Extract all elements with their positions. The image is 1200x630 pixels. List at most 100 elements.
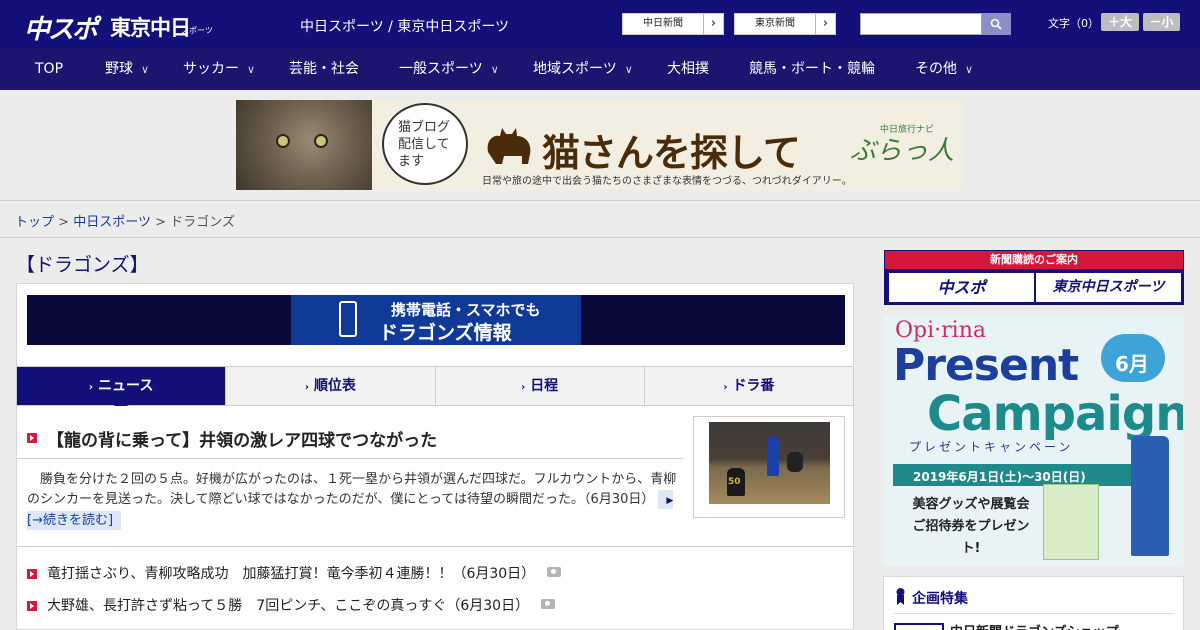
nav-racing[interactable]: 競馬・ボート・競輪 bbox=[749, 48, 875, 90]
tab-label: 順位表 bbox=[313, 378, 356, 394]
bullet-icon bbox=[27, 601, 37, 611]
tokyo-chunichi-logo[interactable]: 東京中日 bbox=[110, 12, 191, 42]
mobile-banner-line2: ドラゴンズ情報 bbox=[379, 322, 512, 344]
search-button[interactable] bbox=[982, 13, 1011, 35]
site-title: 中日スポーツ / 東京中日スポーツ bbox=[300, 19, 510, 35]
list-item-title: 竜打揺さぶり、青柳攻略成功 加藤猛打賞！竜今季初４連勝！！（6月30日） bbox=[47, 566, 536, 582]
promo-date: 2019年6月1日(土)〜30日(日) bbox=[913, 470, 1086, 484]
tab-standings[interactable]: › 順位表 bbox=[225, 367, 434, 405]
breadcrumb-chunichi-sports[interactable]: 中日スポーツ bbox=[73, 215, 151, 230]
breadcrumb-current: ドラゴンズ bbox=[170, 215, 235, 230]
lead-article-title[interactable]: 【龍の背に乗って】井領の激レア四球でつながった bbox=[47, 426, 437, 451]
nav-entertainment[interactable]: 芸能・社会 bbox=[289, 48, 359, 90]
cat-photo bbox=[236, 100, 372, 190]
banner-brand: ぶらっ人 bbox=[850, 136, 955, 166]
chevron-down-icon: ∨ bbox=[490, 63, 499, 76]
subscribe-tokyo-chunichi-button[interactable]: 東京中日スポーツ bbox=[1036, 273, 1181, 302]
feature-item-link[interactable]: 中日新聞ドラゴンズショップ bbox=[950, 621, 1119, 630]
mobile-banner-card: 携帯電話・スマホでも ドラゴンズ情報 bbox=[16, 283, 854, 368]
chunichi-shimbun-button[interactable]: 中日新聞 › bbox=[622, 13, 724, 35]
search-icon bbox=[990, 18, 1002, 30]
news-panel: 【龍の背に乗って】井領の激レア四球でつながった 勝負を分けた２回の５点。好機が広… bbox=[16, 406, 855, 630]
subscribe-chuspo-button[interactable]: 中スポ bbox=[889, 273, 1034, 302]
product-bottle-image bbox=[1131, 436, 1169, 556]
nav-label: 大相撲 bbox=[667, 61, 709, 77]
top-header: 中スポ 東京中日 スポーツ 中日スポーツ / 東京中日スポーツ 中日新聞 › 東… bbox=[0, 0, 1200, 48]
nav-label: 競馬・ボート・競輪 bbox=[749, 61, 875, 77]
promo-campaign-text: Campaign bbox=[927, 386, 1183, 442]
tab-label: ニュース bbox=[98, 378, 154, 394]
product-box-image bbox=[1043, 484, 1099, 560]
breadcrumb-separator: > bbox=[58, 215, 70, 230]
divider bbox=[17, 546, 855, 547]
present-campaign-ad[interactable]: Opi·rina 6月 Present Campaign プレゼントキャンペーン… bbox=[883, 316, 1183, 566]
mobile-banner-line1: 携帯電話・スマホでも bbox=[391, 301, 541, 319]
font-size-label: 文字（0） bbox=[1048, 17, 1099, 30]
nav-baseball[interactable]: 野球 ∨ bbox=[105, 48, 149, 90]
nav-regional-sports[interactable]: 地域スポーツ ∨ bbox=[533, 48, 633, 90]
list-item-title: 大野雄、長打許さず粘って５勝 7回ピンチ、ここぞの真っすぐ（6月30日） bbox=[47, 598, 530, 614]
cat-silhouette-icon bbox=[487, 128, 531, 164]
divider bbox=[17, 458, 683, 459]
smartphone-icon bbox=[339, 301, 357, 337]
nav-other[interactable]: その他 ∨ bbox=[915, 48, 973, 90]
promo-present-text: Present bbox=[893, 340, 1079, 391]
chevron-right-icon: › bbox=[815, 14, 835, 34]
nav-general-sports[interactable]: 一般スポーツ ∨ bbox=[399, 48, 499, 90]
tab-dora-ban[interactable]: › ドラ番 bbox=[643, 367, 853, 405]
bubble-text: 猫ブログ配信してます bbox=[398, 120, 451, 169]
lead-article-thumbnail[interactable]: 50 bbox=[693, 416, 845, 518]
nav-label: 芸能・社会 bbox=[289, 61, 359, 77]
ribbon-icon bbox=[896, 588, 905, 605]
lead-article-text: 勝負を分けた２回の５点。好機が広がったのは、１死一塁から井領が選んだ四球だ。フル… bbox=[27, 472, 677, 507]
chevron-right-icon: › bbox=[703, 14, 723, 34]
font-larger-button[interactable]: ＋大 bbox=[1101, 13, 1139, 31]
chevron-down-icon: ∨ bbox=[965, 63, 974, 76]
promo-month: 6月 bbox=[1115, 352, 1149, 376]
list-item[interactable]: 大野雄、長打許さず粘って５勝 7回ピンチ、ここぞの真っすぐ（6月30日） bbox=[27, 595, 556, 615]
chevron-down-icon: ∨ bbox=[247, 63, 256, 76]
subscription-heading: 新聞購読のご案内 bbox=[885, 251, 1183, 269]
banner-caption: 日常や旅の途中で出会う猫たちのさまざまな表情をつづる、つれづれダイアリー。 bbox=[482, 176, 852, 187]
subscription-box: 新聞購読のご案内 中スポ 東京中日スポーツ bbox=[884, 250, 1184, 305]
search-input[interactable] bbox=[860, 13, 982, 35]
lead-article-body: 勝負を分けた２回の５点。好機が広がったのは、１死一塁から井領が選んだ四球だ。フル… bbox=[27, 470, 687, 531]
main-nav: TOP 野球 ∨ サッカー ∨ 芸能・社会 一般スポーツ ∨ 地域スポーツ ∨ 大相撲 … bbox=[0, 48, 1200, 90]
tokyo-chunichi-logo-sub: スポーツ bbox=[181, 26, 213, 35]
breadcrumb-top[interactable]: トップ bbox=[15, 215, 54, 230]
mobile-info-banner[interactable]: 携帯電話・スマホでも ドラゴンズ情報 bbox=[27, 295, 845, 345]
feature-section: 企画特集 中日新聞ドラゴンズショップ bbox=[883, 576, 1184, 630]
tab-news[interactable]: › ニュース bbox=[17, 367, 226, 414]
list-item[interactable]: 竜打揺さぶり、青柳攻略成功 加藤猛打賞！竜今季初４連勝！！（6月30日） bbox=[27, 563, 562, 583]
chuspo-logo[interactable]: 中スポ bbox=[24, 9, 98, 46]
nav-label: サッカー bbox=[183, 61, 239, 77]
feature-title: 企画特集 bbox=[912, 591, 968, 607]
nav-label: その他 bbox=[915, 61, 957, 77]
breadcrumb: トップ > 中日スポーツ > ドラゴンズ bbox=[0, 200, 1200, 238]
font-smaller-button[interactable]: －小 bbox=[1143, 13, 1180, 31]
chevron-down-icon: ∨ bbox=[624, 63, 633, 76]
baseball-photo: 50 bbox=[709, 422, 830, 504]
nav-label: 野球 bbox=[105, 61, 133, 77]
content-tabs: › ニュース › 順位表 › 日程 › ドラ番 bbox=[16, 366, 854, 414]
cat-blog-ad-banner[interactable]: 猫ブログ配信してます 猫さんを探して 中日旅行ナビ ぶらっ人 日常や旅の途中で出… bbox=[236, 100, 964, 190]
tab-schedule[interactable]: › 日程 bbox=[434, 367, 644, 405]
page-title: 【ドラゴンズ】 bbox=[16, 254, 149, 276]
chevron-right-icon: › bbox=[521, 382, 526, 393]
nav-top[interactable]: TOP bbox=[35, 48, 63, 90]
chunichi-shimbun-label: 中日新聞 bbox=[643, 18, 683, 29]
nav-soccer[interactable]: サッカー ∨ bbox=[183, 48, 255, 90]
tab-label: 日程 bbox=[530, 378, 559, 394]
read-more-label: [→続きを読む] bbox=[27, 513, 114, 528]
nav-sumo[interactable]: 大相撲 bbox=[667, 48, 709, 90]
catcher-figure bbox=[787, 452, 803, 472]
camera-icon bbox=[541, 599, 556, 609]
tokyo-shimbun-button[interactable]: 東京新聞 › bbox=[734, 13, 836, 35]
tokyo-shimbun-label: 東京新聞 bbox=[755, 18, 795, 29]
feature-thumbnail[interactable] bbox=[894, 623, 944, 630]
nav-label: TOP bbox=[35, 61, 64, 77]
promo-kana: プレゼントキャンペーン bbox=[909, 440, 1074, 454]
nav-label: 地域スポーツ bbox=[533, 61, 617, 77]
promo-gift-text: 美容グッズや展覧会ご招待券をプレゼント! bbox=[912, 497, 1030, 556]
batter-figure bbox=[767, 436, 779, 476]
